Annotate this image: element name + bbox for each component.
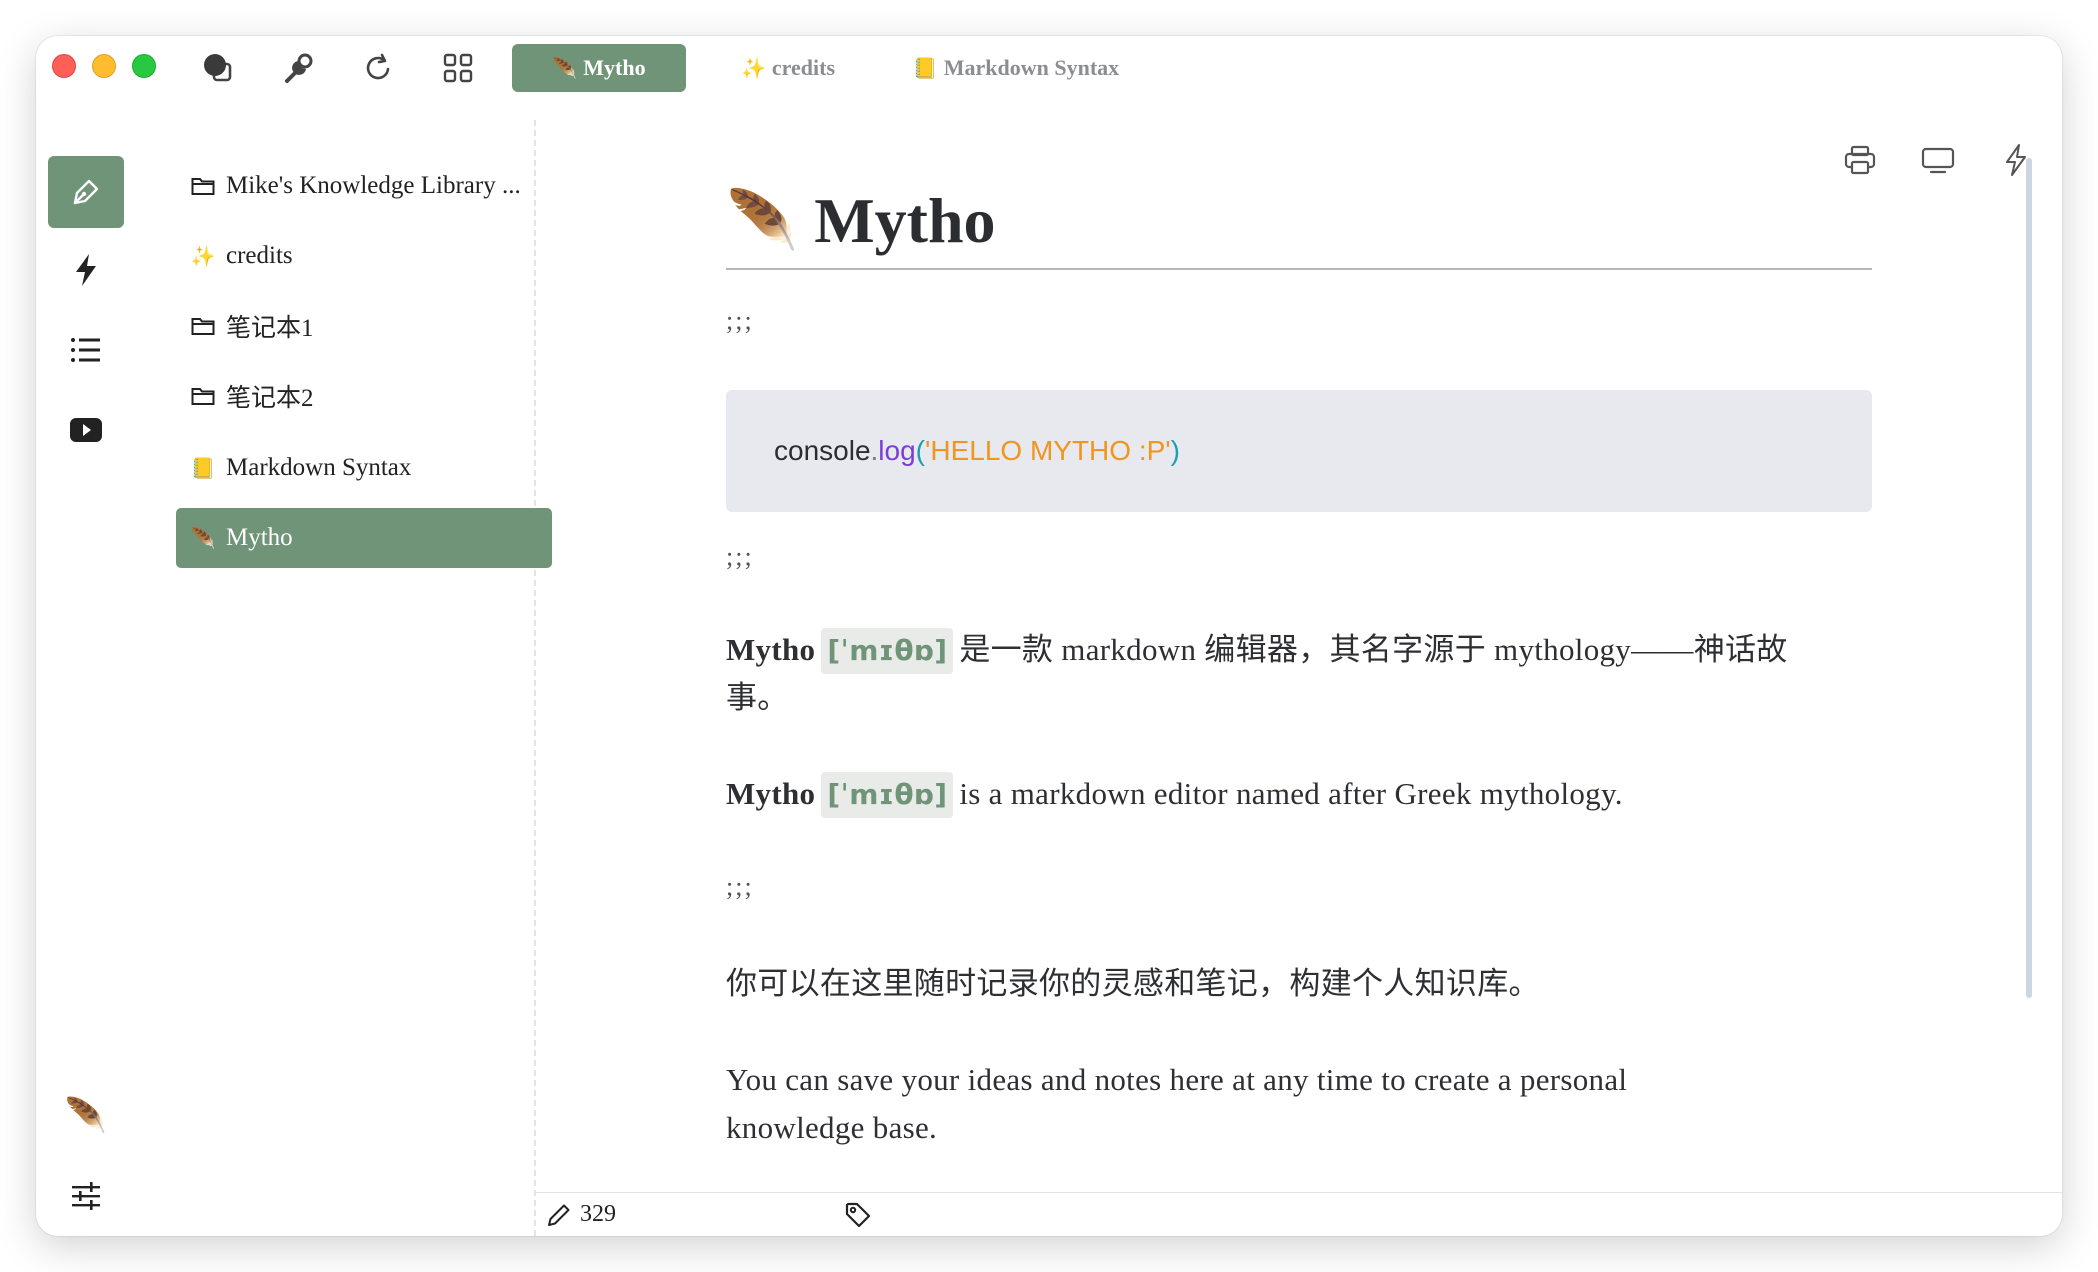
notebook-icon: 📒	[190, 457, 216, 480]
folder-icon	[190, 316, 216, 336]
tree-item-label: Markdown Syntax	[226, 454, 412, 481]
product-name: Mytho	[726, 776, 816, 811]
sparkles-icon: ✨	[740, 57, 766, 80]
code-string: 'HELLO MYTHO :P'	[925, 435, 1171, 466]
screen-icon[interactable]	[1918, 140, 1958, 180]
separator-text: ;;;	[726, 306, 754, 335]
feather-icon: 🪶	[552, 57, 578, 80]
pencil-icon	[548, 1204, 570, 1226]
code-object: console	[774, 435, 871, 466]
rail-lightning-button[interactable]	[48, 234, 124, 306]
folder-icon	[190, 386, 216, 406]
tab-credits[interactable]: ✨ credits	[708, 44, 868, 92]
tab-mytho[interactable]: 🪶 Mytho	[512, 44, 686, 92]
product-name: Mytho	[726, 632, 816, 667]
ipa-code: [ˈmɪθɒ]	[821, 628, 954, 674]
maximize-window-button[interactable]	[132, 54, 156, 78]
tree-item-label: credits	[226, 242, 293, 269]
code-dot: .	[870, 435, 879, 466]
rail-settings-button[interactable]	[48, 1160, 124, 1232]
tree-item-notebook2[interactable]: 笔记本2	[176, 366, 552, 426]
word-count: 329	[546, 1201, 616, 1228]
code-paren: (	[915, 435, 925, 466]
separator-text: ;;;	[726, 872, 754, 901]
editor-pane[interactable]: 🪶 Mytho ;;; console. log('HELLO MYTHO :P'…	[536, 120, 2062, 1236]
tree-item-label: Mike's Knowledge Library ...	[226, 172, 521, 199]
paragraph-en-2: You can save your ideas and notes here a…	[726, 1062, 1628, 1145]
tag-icon[interactable]	[844, 1201, 872, 1234]
paragraph-zh-1: Mytho [ˈmɪθɒ] 是一款 markdown 编辑器，其名字源于 mytho…	[726, 626, 1846, 722]
sparkles-icon: ✨	[190, 245, 216, 268]
pen-icon	[73, 179, 99, 205]
tree-item-markdown-syntax[interactable]: 📒 Markdown Syntax	[176, 438, 552, 498]
separator-text: ;;;	[726, 542, 754, 571]
feather-icon: 🪶	[64, 1098, 108, 1135]
theme-toggle-icon[interactable]	[200, 50, 236, 86]
tab-label: Mytho	[583, 55, 646, 80]
tree-item-label: 笔记本2	[226, 385, 314, 412]
grid-icon[interactable]	[440, 50, 476, 86]
sliders-icon	[72, 1182, 100, 1210]
lightning-icon	[76, 254, 96, 286]
file-tree: Mike's Knowledge Library ... ✨ credits 笔…	[140, 120, 552, 1236]
tree-item-credits[interactable]: ✨ credits	[176, 226, 552, 286]
status-bar: 329	[536, 1192, 2062, 1236]
scrollbar[interactable]	[2026, 158, 2032, 998]
tab-label: Markdown Syntax	[943, 55, 1120, 80]
youtube-icon	[70, 418, 102, 442]
tree-item-notebook1[interactable]: 笔记本1	[176, 296, 552, 356]
rail-notes-button[interactable]	[48, 156, 124, 228]
document-heading: 🪶 Mytho	[726, 174, 1872, 270]
refresh-icon[interactable]	[360, 50, 396, 86]
tree-item-label: 笔记本1	[226, 315, 314, 342]
feather-icon: 🪶	[190, 527, 216, 550]
notebook-icon: 📒	[912, 57, 938, 80]
code-paren: )	[1170, 435, 1180, 466]
code-function: log	[878, 435, 916, 466]
tab-markdown-syntax[interactable]: 📒 Markdown Syntax	[886, 44, 1146, 92]
word-count-value: 329	[580, 1201, 616, 1227]
tab-label: credits	[771, 55, 836, 80]
paragraph-text: is a markdown editor named after Greek m…	[959, 776, 1623, 811]
document-title: Mytho	[814, 185, 996, 256]
icon-rail: 🪶	[36, 120, 136, 1236]
folder-icon	[190, 176, 216, 196]
wrench-icon[interactable]	[280, 50, 316, 86]
feather-icon: 🪶	[726, 188, 799, 253]
tree-item-knowledge-library[interactable]: Mike's Knowledge Library ...	[176, 156, 552, 216]
tree-item-mytho[interactable]: 🪶 Mytho	[176, 508, 552, 568]
rail-list-button[interactable]	[48, 314, 124, 386]
minimize-window-button[interactable]	[92, 54, 116, 78]
rail-youtube-button[interactable]	[48, 394, 124, 466]
code-block: console. log('HELLO MYTHO :P')	[726, 390, 1872, 512]
app-window: 🪶 Mytho ✨ credits 📒 Markdown Syntax 🪶 Mi…	[36, 36, 2062, 1236]
rail-app-logo[interactable]: 🪶	[48, 1080, 124, 1152]
ipa-code: [ˈmɪθɒ]	[821, 772, 954, 818]
paragraph-zh-2: 你可以在这里随时记录你的灵感和笔记，构建个人知识库。	[726, 966, 1540, 1001]
close-window-button[interactable]	[52, 54, 76, 78]
paragraph-en-1: Mytho [ˈmɪθɒ] is a markdown editor named a…	[726, 770, 1846, 818]
list-icon	[71, 338, 100, 362]
tree-item-label: Mytho	[226, 524, 293, 551]
